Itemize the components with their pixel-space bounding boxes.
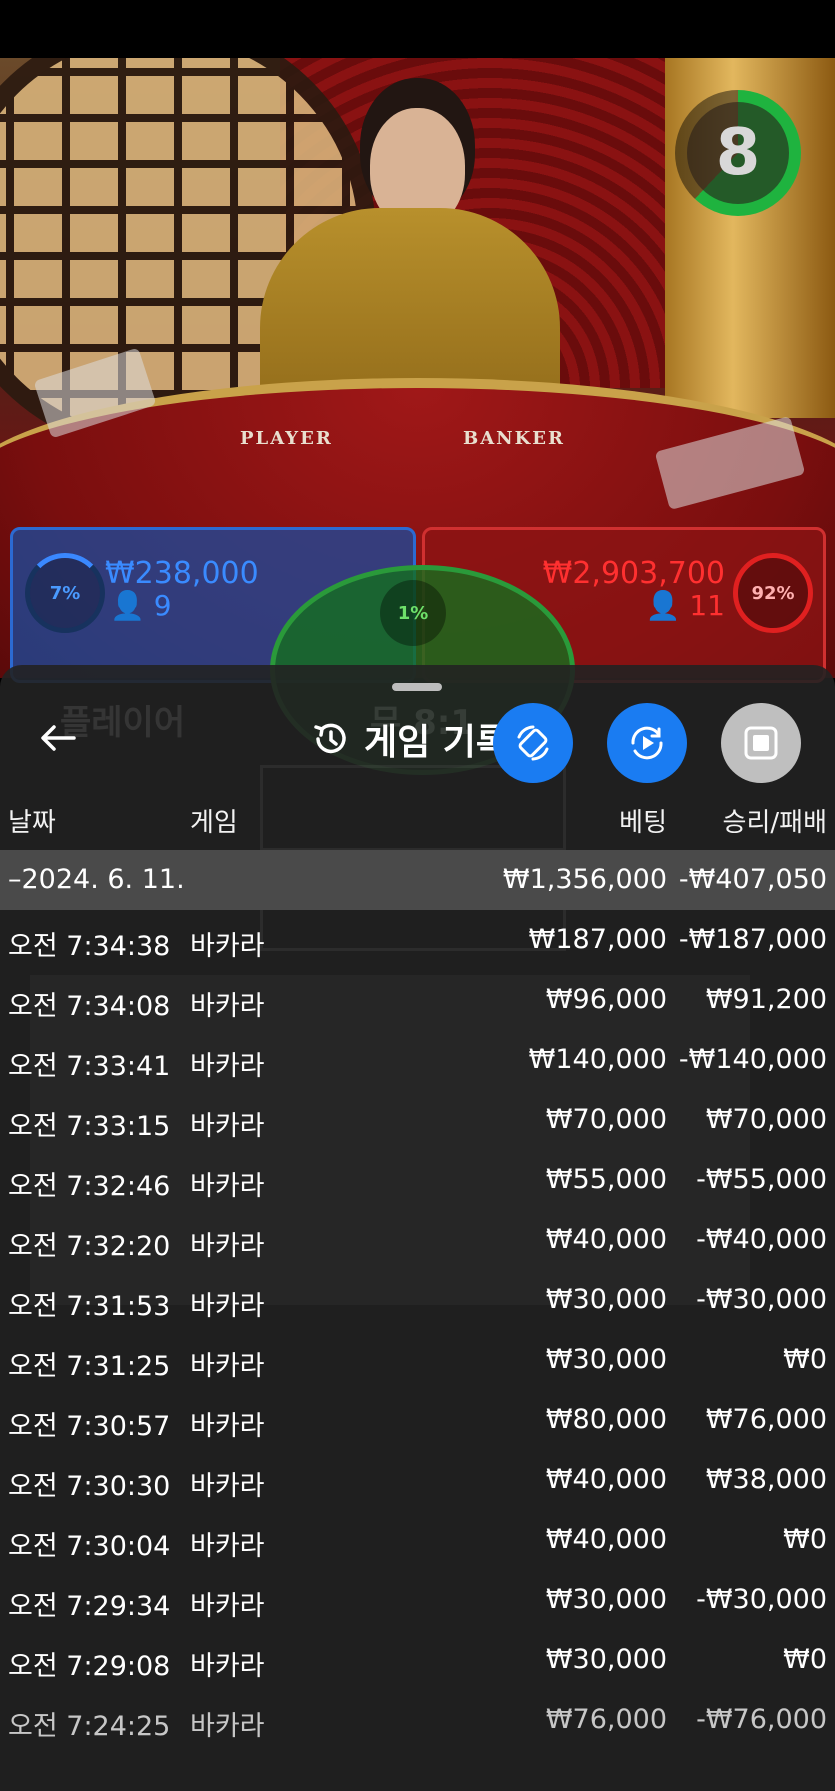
countdown-timer: 8 (675, 90, 801, 216)
table-label-player: PLAYER (240, 428, 333, 449)
sheet-header: 게임 기록 (310, 711, 509, 767)
date-group-bet-total: ₩1,356,000 (502, 864, 667, 895)
table-label-banker: BANKER (463, 428, 565, 449)
history-row[interactable]: 오전 7:29:34 바카라 ₩30,000 -₩30,000 (0, 1570, 835, 1630)
person-icon: 👤 (645, 589, 681, 622)
column-header-date: 날짜 (8, 808, 56, 838)
banker-amount: ₩2,903,700 (542, 556, 725, 591)
rotate-phone-icon (517, 725, 549, 761)
countdown-value: 8 (687, 102, 789, 204)
history-row[interactable]: 오전 7:31:53 바카라 ₩30,000 -₩30,000 (0, 1270, 835, 1330)
banker-percent: 92% (733, 553, 813, 633)
game-history-sheet: 플레이어 무 8:1 게임 기록 날짜 게임 베팅 승리/패배 –2024. 6… (0, 665, 835, 1791)
history-row[interactable]: 오전 7:33:41 바카라 ₩140,000 -₩140,000 (0, 1030, 835, 1090)
player-bettor-count: 👤 9 (110, 589, 172, 622)
history-clock-icon (314, 723, 346, 754)
sheet-drag-handle[interactable] (392, 683, 442, 691)
column-header-win-loss: 승리/패배 (722, 808, 827, 838)
date-group-header[interactable]: –2024. 6. 11. ₩1,356,000 -₩407,050 (0, 850, 835, 910)
stop-button[interactable] (721, 703, 801, 783)
player-percent: 7% (25, 553, 105, 633)
arrow-left-icon (41, 725, 76, 751)
page-title: 게임 기록 (364, 722, 510, 763)
history-row[interactable]: 오전 7:30:57 바카라 ₩80,000 ₩76,000 (0, 1390, 835, 1450)
date-group-win-loss-total: -₩407,050 (678, 864, 827, 895)
banker-bettor-count: 👤 11 (645, 589, 725, 622)
player-amount: ₩238,000 (105, 556, 259, 591)
history-row[interactable]: 오전 7:34:38 바카라 ₩187,000 -₩187,000 (0, 910, 835, 970)
tie-percent: 1% (380, 580, 446, 646)
history-row[interactable]: 오전 7:29:08 바카라 ₩30,000 ₩0 (0, 1630, 835, 1690)
history-row[interactable]: 오전 7:31:25 바카라 ₩30,000 ₩0 (0, 1330, 835, 1390)
history-row[interactable]: 오전 7:30:04 바카라 ₩40,000 ₩0 (0, 1510, 835, 1570)
back-button[interactable] (30, 710, 86, 766)
stop-icon (744, 726, 778, 760)
rotate-button[interactable] (493, 703, 573, 783)
history-row[interactable]: 오전 7:30:30 바카라 ₩40,000 ₩38,000 (0, 1450, 835, 1510)
history-row[interactable]: 오전 7:34:08 바카라 ₩96,000 ₩91,200 (0, 970, 835, 1030)
status-bar (0, 0, 835, 58)
history-row[interactable]: 오전 7:32:20 바카라 ₩40,000 -₩40,000 (0, 1210, 835, 1270)
date-group-date: –2024. 6. 11. (8, 864, 185, 895)
column-header-bet: 베팅 (619, 808, 667, 838)
autoplay-button[interactable] (607, 703, 687, 783)
history-row[interactable]: 오전 7:24:25 바카라 ₩76,000 -₩76,000 (0, 1690, 835, 1750)
column-header-game: 게임 (190, 808, 238, 838)
person-icon: 👤 (110, 589, 145, 622)
autoplay-icon (631, 726, 663, 760)
history-row[interactable]: 오전 7:32:46 바카라 ₩55,000 -₩55,000 (0, 1150, 835, 1210)
history-row[interactable]: 오전 7:33:15 바카라 ₩70,000 ₩70,000 (0, 1090, 835, 1150)
